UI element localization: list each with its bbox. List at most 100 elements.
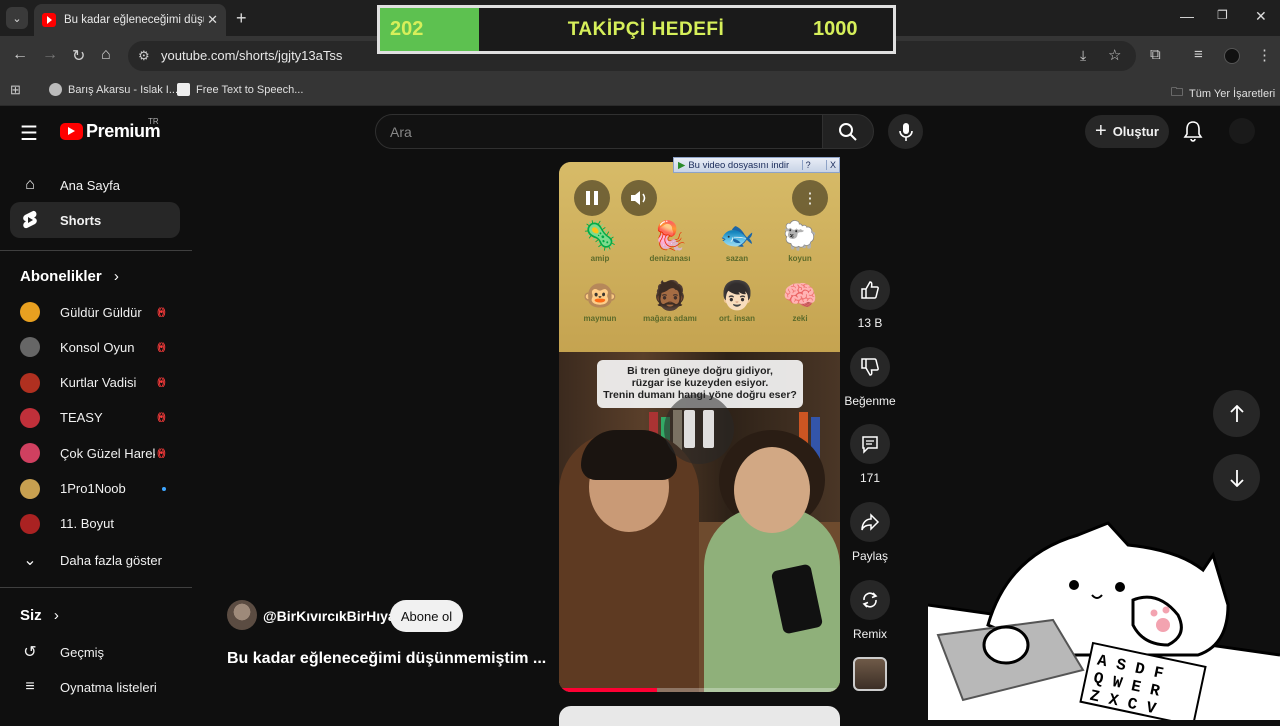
paused-indicator-icon	[664, 394, 734, 464]
channel-avatar[interactable]	[227, 600, 257, 630]
pause-button[interactable]	[574, 180, 610, 216]
reload-icon[interactable]: ↻	[72, 46, 85, 66]
search-icon	[839, 122, 857, 141]
sound-thumbnail[interactable]	[853, 657, 887, 691]
subscription-item[interactable]: Güldür Güldür ((•))	[10, 294, 180, 330]
live-indicator-icon: ((•))	[157, 412, 166, 424]
search-input[interactable]: Ara	[375, 114, 823, 149]
url-text: youtube.com/shorts/jgjty13aTss	[161, 48, 343, 63]
live-indicator-icon: ((•))	[157, 306, 166, 318]
bell-icon	[1183, 121, 1203, 142]
like-button[interactable]	[850, 270, 890, 310]
new-content-dot-icon	[162, 486, 166, 491]
bookmark-star-icon[interactable]: ☆	[1108, 46, 1121, 64]
tab-title: Bu kadar eğleneceğimi düşünm	[64, 14, 204, 26]
subscription-label: Güldür Güldür	[60, 304, 142, 320]
account-avatar[interactable]	[1229, 118, 1255, 144]
video-progress-bar[interactable]	[559, 688, 840, 692]
subscription-label: Kurtlar Vadisi	[60, 375, 137, 391]
apps-grid-icon[interactable]: ⊞	[10, 82, 21, 98]
extensions-icon[interactable]: ⧉	[1150, 46, 1161, 63]
download-video-bar[interactable]: ▶ Bu video dosyasını indir ? X	[673, 157, 840, 173]
youtube-logo[interactable]: Premium TR	[60, 117, 161, 142]
pause-icon	[586, 191, 598, 205]
cat-paw-pad	[1156, 618, 1170, 632]
previous-short-button[interactable]	[1213, 390, 1260, 437]
restore-icon[interactable]: ❐	[1217, 8, 1228, 22]
download-bar-close-button[interactable]: X	[825, 160, 839, 170]
emoji-caption: denizanası	[649, 254, 691, 263]
subscriptions-header[interactable]: Abonelikler ›	[20, 268, 119, 285]
emoji-item: 🐵 maymun	[580, 278, 620, 323]
tab-search-icon[interactable]: ⌄	[6, 7, 28, 29]
sidebar-item-playlists[interactable]: ≡ Oynatma listeleri	[10, 669, 180, 705]
subscription-label: Çok Güzel Harek...	[60, 445, 155, 461]
video-person-right	[704, 507, 840, 692]
all-bookmarks-button[interactable]: 🗀 Tüm Yer İşaretleri	[1171, 83, 1275, 104]
subscribe-button[interactable]: Abone ol	[390, 600, 463, 632]
bookmark-item[interactable]: Barış Akarsu - Islak I...	[49, 83, 178, 96]
tab-close-icon[interactable]: ✕	[207, 12, 218, 28]
notifications-button[interactable]	[1183, 120, 1203, 147]
subscription-item[interactable]: 11. Boyut	[10, 506, 180, 542]
emoji-item: 🐟 sazan	[717, 218, 757, 263]
all-bookmarks-label: Tüm Yer İşaretleri	[1189, 87, 1276, 100]
channel-avatar	[20, 372, 40, 393]
sidebar-item-shorts[interactable]: Shorts	[10, 202, 180, 238]
plus-icon: +	[1095, 120, 1107, 142]
next-short-button[interactable]	[1213, 454, 1260, 501]
sidebar-item-home[interactable]: ⌂ Ana Sayfa	[10, 167, 180, 203]
more-options-button[interactable]: ⋮	[792, 180, 828, 216]
search-button[interactable]	[822, 114, 874, 149]
remix-button[interactable]	[850, 580, 890, 620]
subscription-item[interactable]: Kurtlar Vadisi ((•))	[10, 365, 180, 401]
emoji-glyph: 🪼	[652, 220, 688, 251]
subscription-label: Konsol Oyun	[60, 339, 135, 355]
show-more-button[interactable]: ⌄ Daha fazla göster	[10, 542, 180, 578]
history-icon: ↺	[23, 644, 37, 661]
chevron-down-icon: ⌄	[23, 552, 37, 569]
subscription-item[interactable]: 1Pro1Noob	[10, 471, 180, 507]
channel-name[interactable]: @BirKıvırcıkBirHıyar	[263, 608, 401, 624]
chevron-right-icon: ›	[113, 268, 119, 285]
emoji-glyph: 🐟	[719, 220, 755, 251]
emoji-item: 🧠 zeki	[780, 278, 820, 323]
live-indicator-icon: ((•))	[157, 377, 166, 389]
dislike-button[interactable]	[850, 347, 890, 387]
comments-button[interactable]	[850, 424, 890, 464]
subscription-item[interactable]: Konsol Oyun ((•))	[10, 329, 180, 365]
you-header[interactable]: Siz ›	[20, 607, 59, 624]
install-app-icon[interactable]: ⤓	[1080, 47, 1086, 64]
sidebar-item-history[interactable]: ↺ Geçmiş	[10, 634, 180, 670]
back-icon[interactable]: ←	[12, 46, 28, 64]
goal-target: 1000	[813, 18, 858, 40]
profile-avatar[interactable]	[1224, 48, 1240, 64]
share-button[interactable]	[850, 502, 890, 542]
new-tab-button[interactable]: +	[236, 8, 247, 29]
forward-icon[interactable]: →	[42, 46, 58, 64]
window-close-icon[interactable]: ✕	[1255, 8, 1267, 25]
download-bar-help-button[interactable]: ?	[801, 160, 814, 170]
browser-tab[interactable]: Bu kadar eğleneceğimi düşünm ✕	[34, 4, 226, 36]
shorts-video-player[interactable]: 🦠 amip 🪼 denizanası 🐟 sazan 🐑 koyun 🐵 maymun 🧔🏾 mağ…	[559, 162, 840, 692]
subscription-item[interactable]: Çok Güzel Harek...((•))	[10, 435, 180, 471]
create-button[interactable]: + Oluştur	[1085, 115, 1169, 148]
subscription-item[interactable]: TEASY ((•))	[10, 400, 180, 436]
home-button-icon[interactable]: ⌂	[101, 46, 111, 64]
media-control-icon[interactable]: ≡	[1194, 46, 1203, 63]
minimize-icon[interactable]: —	[1180, 8, 1194, 24]
browser-menu-icon[interactable]: ⋮	[1257, 46, 1272, 64]
bookmark-item[interactable]: Free Text to Speech...	[177, 83, 303, 96]
volume-button[interactable]	[621, 180, 657, 216]
short-title[interactable]: Bu kadar eğleneceğimi düşünmemiştim ...	[227, 650, 546, 668]
like-count: 13 B	[857, 316, 883, 330]
youtube-favicon-icon	[42, 13, 56, 27]
voice-search-button[interactable]	[888, 114, 923, 149]
emoji-glyph: 🧠	[782, 280, 818, 311]
guide-menu-icon[interactable]: ☰	[20, 121, 38, 146]
bookmark-favicon-icon	[49, 83, 62, 96]
next-short-preview[interactable]	[559, 706, 840, 726]
emoji-item: 🐑 koyun	[780, 218, 820, 263]
riddle-line: rüzgar ise kuzeyden esiyor.	[631, 377, 769, 389]
site-info-icon[interactable]: ⚙	[138, 48, 150, 64]
